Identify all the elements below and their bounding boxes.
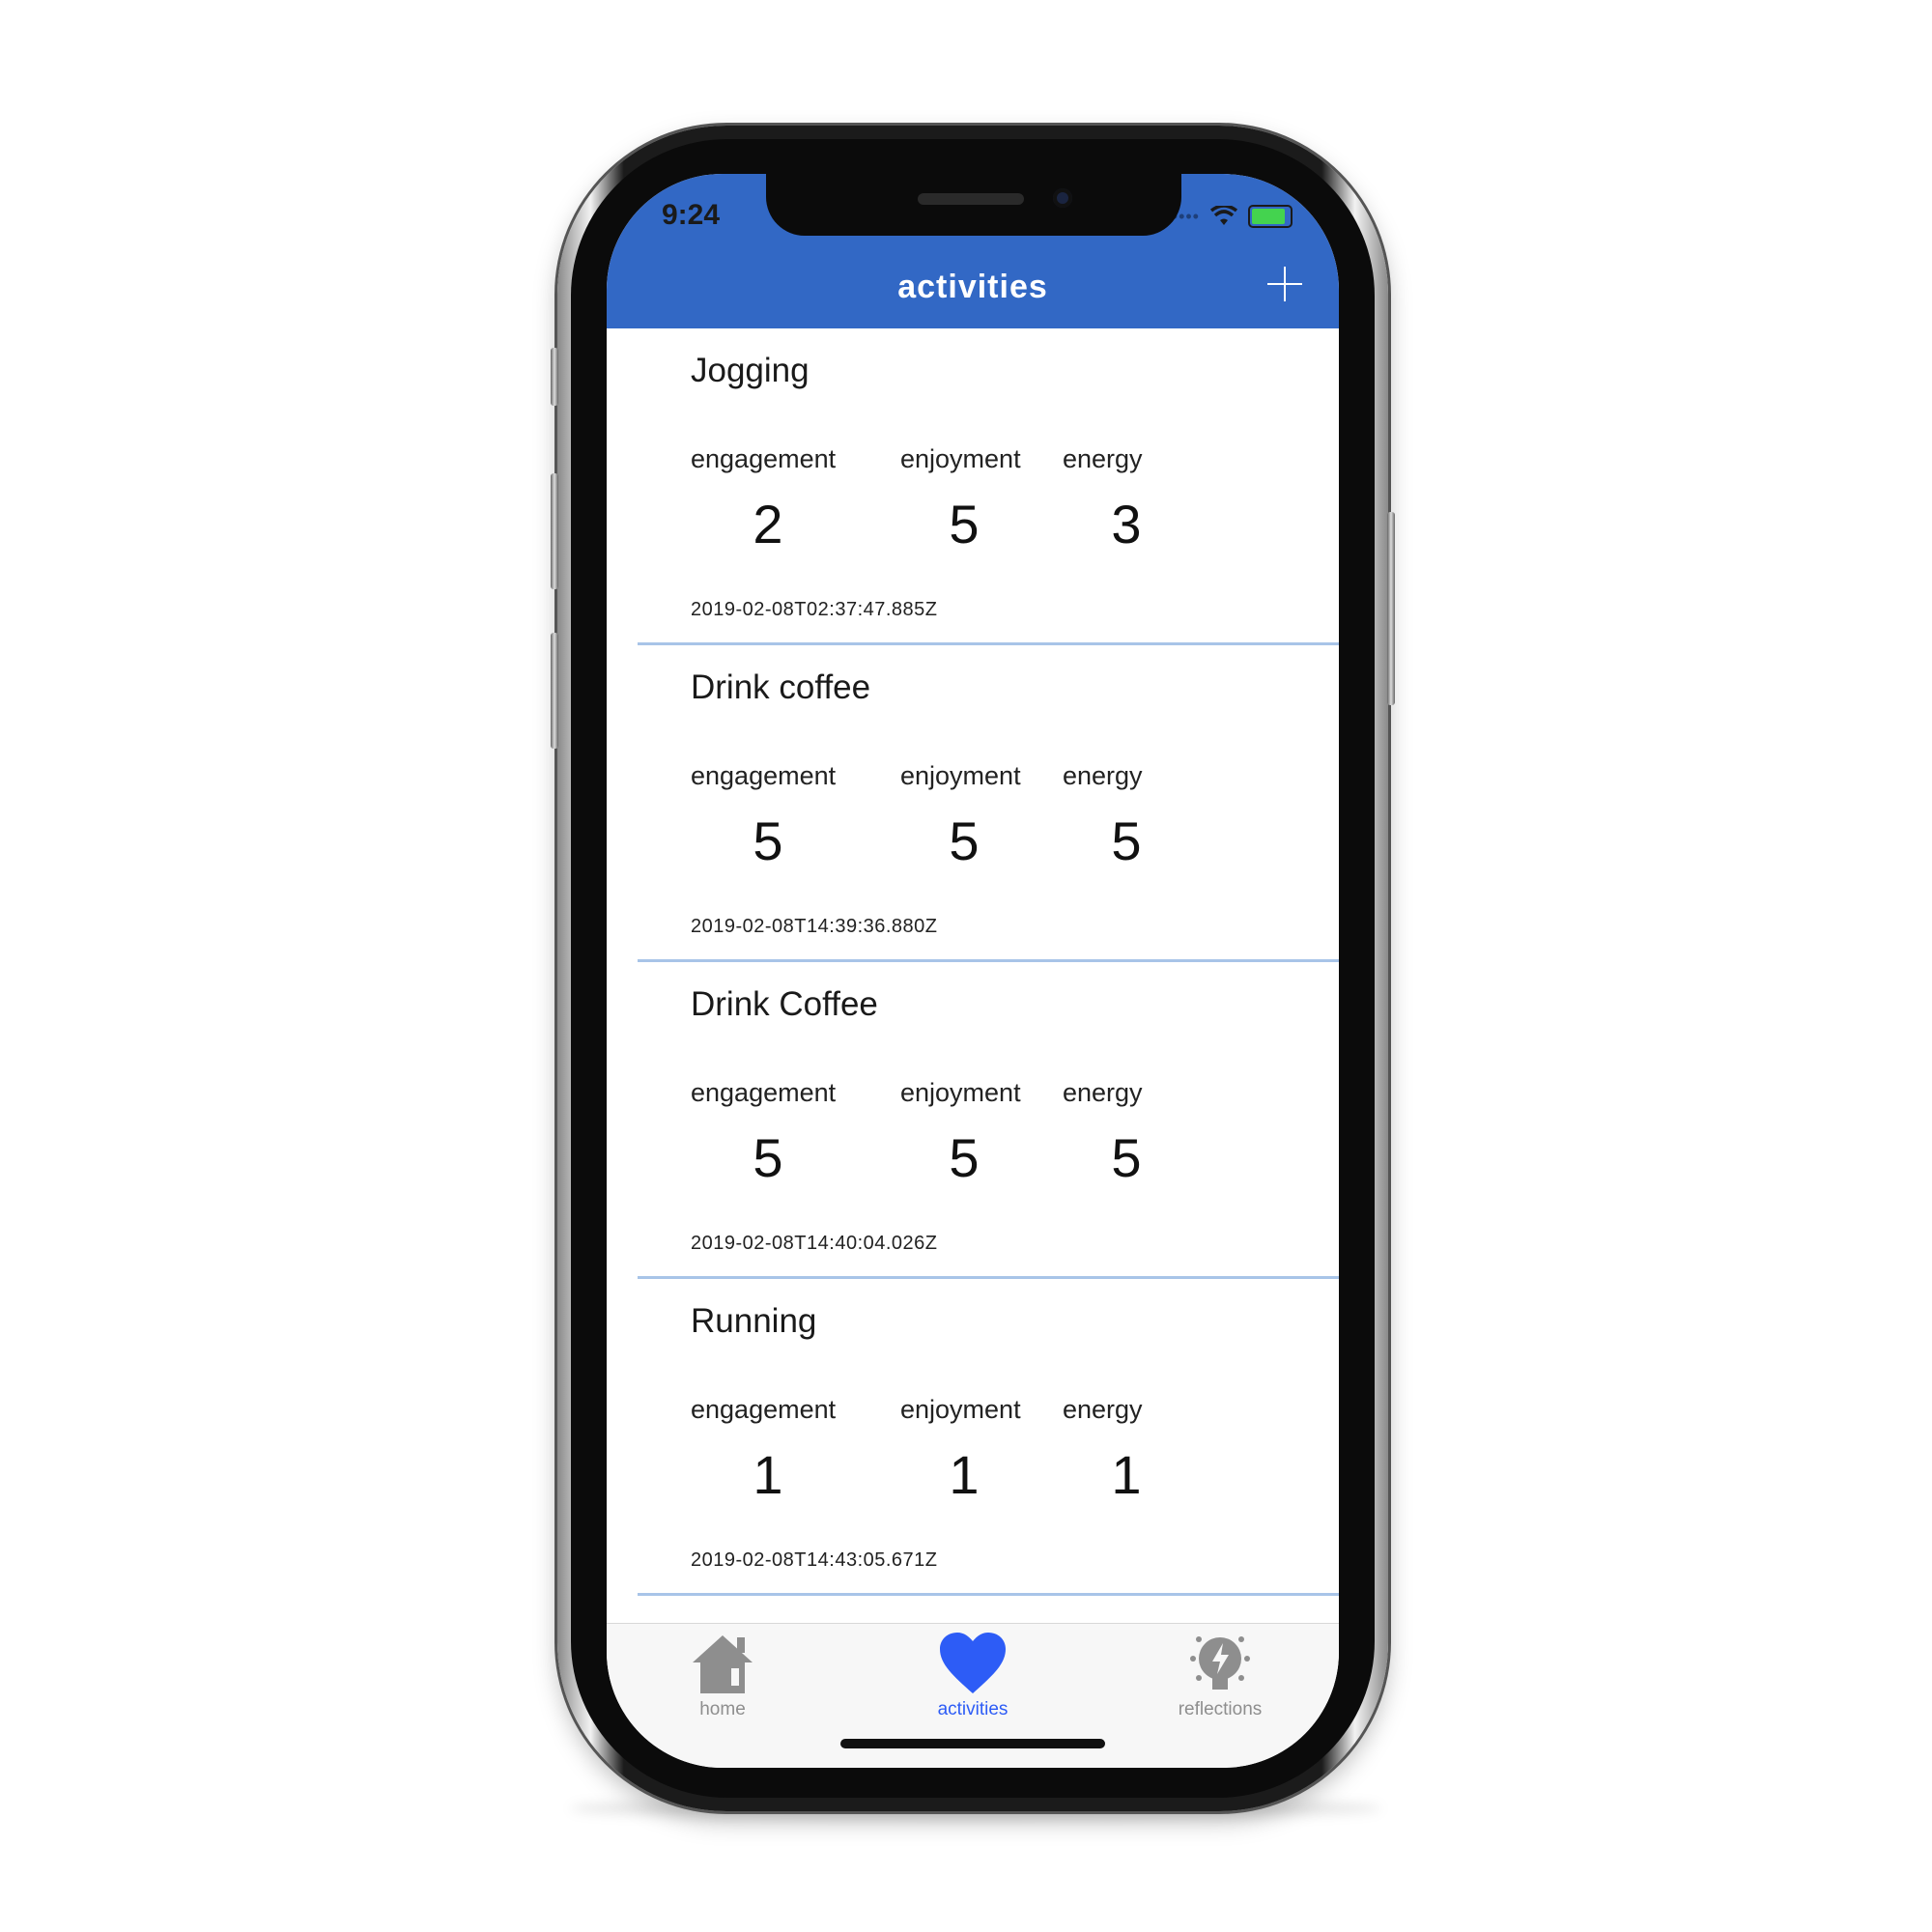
enjoyment-value: 5 <box>949 494 980 554</box>
phone-screen: 9:24 •••• activities Jogging engagement … <box>607 174 1339 1768</box>
activity-name: Drink coffee <box>691 668 871 706</box>
energy-value: 5 <box>1111 810 1142 871</box>
activity-name: Running <box>691 1302 817 1340</box>
row-divider <box>638 1593 1339 1596</box>
activity-list[interactable]: Jogging engagement enjoyment energy 2 5 … <box>607 328 1339 1623</box>
status-time: 9:24 <box>662 199 721 231</box>
tab-label: reflections <box>1178 1699 1263 1719</box>
activity-item[interactable]: Jogging engagement enjoyment energy 2 5 … <box>607 328 1339 645</box>
heart-icon <box>940 1633 1006 1693</box>
activity-name: Drink Coffee <box>691 985 878 1023</box>
speaker-grille <box>918 193 1024 205</box>
front-camera <box>1053 188 1072 208</box>
engagement-label: engagement <box>691 761 837 790</box>
energy-value: 3 <box>1111 494 1142 554</box>
enjoyment-label: enjoyment <box>900 1395 1021 1424</box>
status-icons: •••• <box>1172 205 1293 228</box>
energy-value: 5 <box>1111 1127 1142 1188</box>
tab-activities[interactable]: activities <box>886 1630 1060 1726</box>
enjoyment-label: enjoyment <box>900 444 1021 473</box>
silent-switch <box>551 348 558 406</box>
energy-value: 1 <box>1111 1444 1142 1505</box>
home-icon <box>693 1635 753 1693</box>
engagement-value: 5 <box>753 810 783 871</box>
activity-item[interactable]: Running engagement enjoyment energy 1 1 … <box>607 1279 1339 1596</box>
tab-label: activities <box>937 1699 1009 1719</box>
engagement-value: 2 <box>753 494 783 554</box>
tab-reflections[interactable]: reflections <box>1133 1630 1307 1726</box>
energy-label: energy <box>1063 444 1143 473</box>
engagement-label: engagement <box>691 1078 837 1107</box>
activity-timestamp: 2019-02-08T14:40:04.026Z <box>691 1233 938 1254</box>
enjoyment-value: 1 <box>949 1444 980 1505</box>
energy-label: energy <box>1063 1395 1143 1424</box>
engagement-label: engagement <box>691 444 837 473</box>
tab-home[interactable]: home <box>636 1630 810 1726</box>
page-title: activities <box>897 269 1048 305</box>
home-indicator <box>840 1739 1105 1748</box>
enjoyment-label: enjoyment <box>900 761 1021 790</box>
activity-timestamp: 2019-02-08T14:39:36.880Z <box>691 916 938 937</box>
enjoyment-label: enjoyment <box>900 1078 1021 1107</box>
lightbulb-icon <box>1190 1636 1250 1690</box>
battery-level <box>1252 209 1285 224</box>
battery-icon <box>1248 205 1293 228</box>
enjoyment-value: 5 <box>949 1127 980 1188</box>
engagement-value: 5 <box>753 1127 783 1188</box>
add-activity-button[interactable] <box>1267 267 1302 301</box>
enjoyment-value: 5 <box>949 810 980 871</box>
activity-item[interactable]: Drink Coffee engagement enjoyment energy… <box>607 962 1339 1279</box>
volume-down-button <box>551 633 558 749</box>
power-button <box>1387 512 1395 705</box>
activity-timestamp: 2019-02-08T02:37:47.885Z <box>691 599 938 620</box>
tab-label: home <box>699 1699 746 1719</box>
energy-label: energy <box>1063 1078 1143 1107</box>
activity-item[interactable]: Drink coffee engagement enjoyment energy… <box>607 645 1339 962</box>
energy-label: energy <box>1063 761 1143 790</box>
nav-header: 9:24 •••• activities <box>607 174 1339 328</box>
engagement-label: engagement <box>691 1395 837 1424</box>
activity-timestamp: 2019-02-08T14:43:05.671Z <box>691 1549 938 1571</box>
wifi-icon <box>1209 206 1238 225</box>
activity-name: Jogging <box>691 352 810 389</box>
volume-up-button <box>551 473 558 589</box>
engagement-value: 1 <box>753 1444 783 1505</box>
notch <box>766 174 1181 236</box>
